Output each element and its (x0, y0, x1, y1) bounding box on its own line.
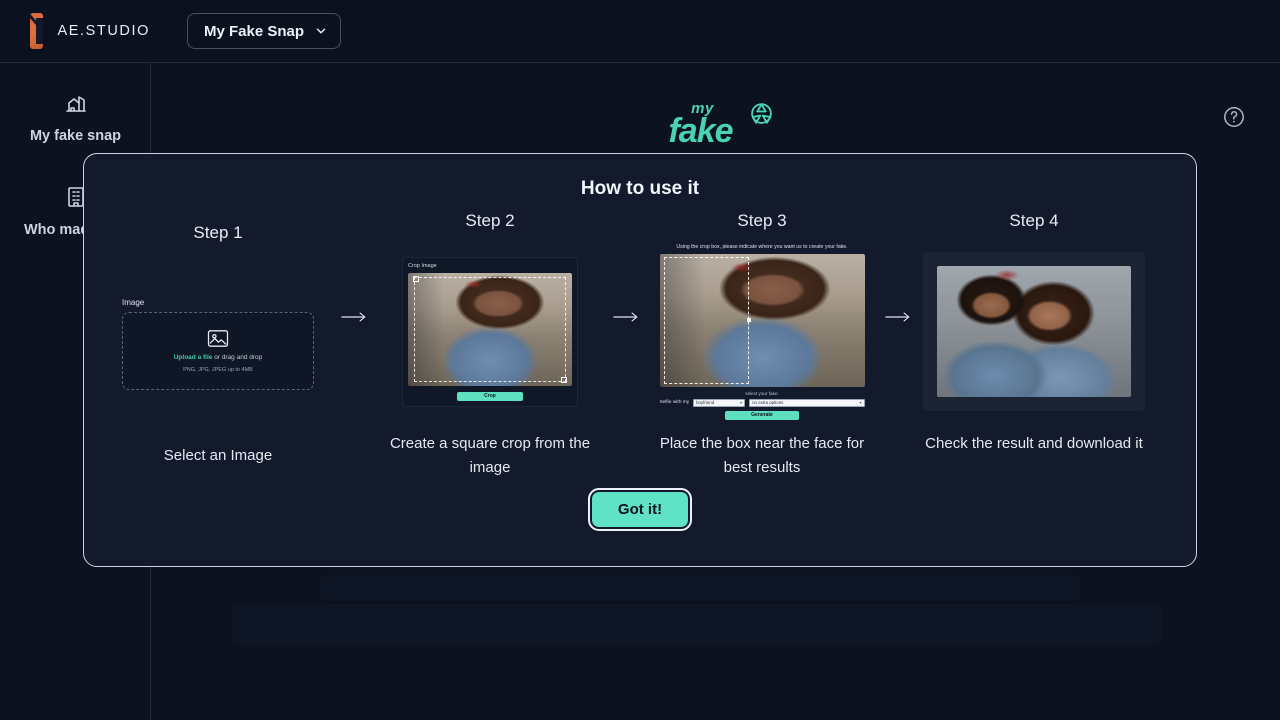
sidebar-item-my-fake-snap[interactable]: My fake snap (0, 85, 151, 158)
generate-button[interactable]: Generate (725, 410, 799, 420)
brand: AE.STUDIO (30, 13, 150, 49)
top-bar: AE.STUDIO My Fake Snap (0, 0, 1280, 63)
arrow-right-icon (334, 311, 374, 323)
upload-hint: PNG, JPG, JPEG up to 4MB (183, 366, 253, 373)
upload-primary-text: Upload a file or drag and drop (174, 354, 263, 361)
app-selector[interactable]: My Fake Snap (187, 13, 342, 49)
step-caption: Create a square crop from the image (389, 435, 591, 476)
upload-card: Image Upload a file or drag and drop PNG… (122, 298, 314, 390)
crop-photo-area[interactable] (408, 272, 572, 386)
upload-file-link[interactable]: Upload a file (174, 354, 213, 361)
app-selector-label: My Fake Snap (204, 22, 305, 40)
step-title: Step 3 (737, 211, 787, 230)
image-placeholder-icon (207, 329, 229, 348)
place-photo-area[interactable] (659, 253, 865, 387)
upload-drag-text: or drag and drop (212, 353, 263, 361)
question-circle-icon[interactable] (1222, 105, 1246, 129)
result-photo (937, 266, 1131, 397)
selfie-with-label: Selfie with my (659, 400, 690, 405)
crop-card-header: Crop Image (408, 262, 437, 269)
chevron-down-icon (314, 24, 328, 38)
arrow-right-icon (606, 311, 646, 323)
modal-footer: Got it! (84, 488, 1196, 531)
step-title: Step 2 (465, 211, 515, 230)
crop-button[interactable]: Crop (457, 391, 523, 401)
logo-text-fake: fake (668, 112, 733, 150)
step-caption: Check the result and download it (925, 435, 1143, 452)
got-it-button[interactable]: Got it! (587, 488, 693, 531)
result-frame (923, 252, 1145, 411)
upload-field-label: Image (122, 297, 145, 307)
step-3: Step 3 Using the crop box, please indica… (646, 211, 878, 480)
step-4: Step 4 Check the result and download it (918, 211, 1150, 456)
step-1-stage: Image Upload a file or drag and drop PNG… (102, 251, 334, 436)
step-title: Step 4 (1009, 211, 1059, 230)
brand-name: AE.STUDIO (57, 23, 150, 39)
select-fake-label: select your fake: (745, 390, 779, 396)
ae-studio-logo-icon (30, 13, 44, 49)
place-card: Using the crop box, please indicate wher… (659, 243, 865, 420)
crop-card: Crop Image Crop (402, 256, 578, 407)
step-4-stage (918, 239, 1150, 424)
step-2: Step 2 Crop Image Crop Create a square c… (374, 211, 606, 480)
step-title: Step 1 (193, 223, 243, 242)
app-root: AE.STUDIO My Fake Snap My fake snap Who … (0, 0, 1280, 720)
face-box-selection[interactable] (663, 256, 751, 384)
arrow-right-icon (878, 311, 918, 323)
upload-dropzone[interactable]: Upload a file or drag and drop PNG, JPG,… (122, 311, 314, 390)
crop-selection-box[interactable] (413, 275, 567, 383)
sidebar-item-label: My fake snap (29, 128, 122, 144)
modal-title: How to use it (580, 178, 700, 199)
steps-container: Step 1 Image Upload a file or drag and d… (84, 211, 1196, 480)
step-caption: Place the box near the face for best res… (659, 435, 865, 476)
step-2-stage: Crop Image Crop (374, 239, 606, 424)
fake-options-row: Selfie with my boyfriend ▾ no extra opti… (659, 398, 865, 407)
step-1: Step 1 Image Upload a file or drag and d… (102, 211, 334, 468)
step-caption: Select an Image (163, 447, 273, 464)
chevron-down-icon: ▾ (740, 400, 743, 405)
chevron-down-icon: ▾ (859, 400, 862, 405)
relation-select[interactable]: boyfriend ▾ (693, 398, 746, 407)
how-to-use-modal: How to use it Step 1 Image Upload a file… (83, 153, 1197, 567)
relation-select-value: boyfriend (696, 400, 715, 405)
extra-options-select[interactable]: no extra options ▾ (749, 398, 865, 407)
extra-options-value: no extra options (752, 400, 784, 405)
my-fake-logo: my fake (616, 101, 816, 148)
step-3-stage: Using the crop box, please indicate wher… (646, 239, 878, 424)
photo-house-icon (64, 91, 88, 115)
place-instruction: Using the crop box, please indicate wher… (676, 243, 848, 250)
camera-shutter-icon (749, 101, 774, 126)
